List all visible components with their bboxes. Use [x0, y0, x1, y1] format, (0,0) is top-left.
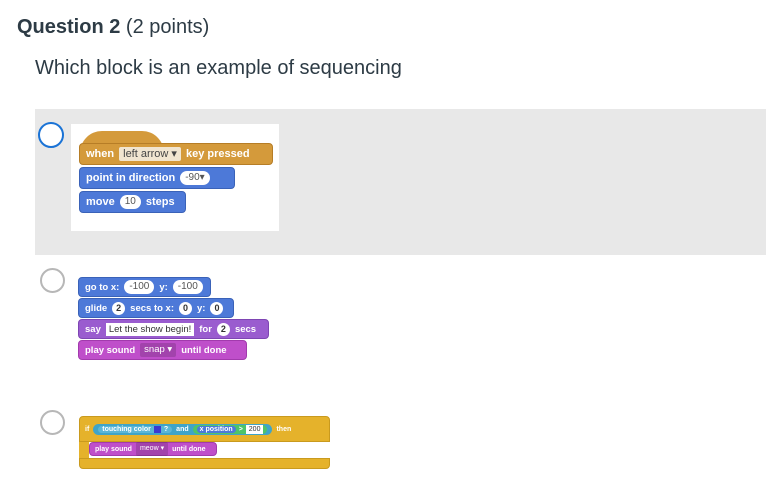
block-text: steps: [145, 196, 175, 208]
compare-value: 200: [245, 424, 264, 434]
block-text: play sound: [85, 344, 136, 356]
move-steps-block: move 10 steps: [79, 191, 186, 213]
and-condition: touching color ? and x position > 200: [93, 423, 273, 435]
if-block-arm: [79, 442, 89, 459]
block-text: when: [86, 148, 115, 160]
option-3-radio[interactable]: [40, 410, 65, 435]
secs-value: 2: [112, 301, 126, 315]
if-then-block: if touching color ? and x position > 200…: [79, 416, 330, 442]
x-position-reporter: x position: [196, 425, 236, 433]
question-title: Question 2 (2 points): [17, 16, 209, 39]
block-text: and: [176, 425, 189, 433]
if-block-bottom: [79, 458, 330, 469]
x-value: 0: [179, 301, 192, 315]
block-text: if: [85, 425, 90, 433]
block-text: move: [86, 196, 115, 208]
question-prompt: Which block is an example of sequencing: [35, 57, 402, 79]
block-text: until done: [181, 344, 227, 356]
key-dropdown: left arrow ▾: [119, 147, 181, 161]
question-label: Question 2: [17, 16, 121, 38]
greater-than-condition: x position > 200: [192, 424, 268, 434]
glide-block: glide 2 secs to x: 0 y: 0: [78, 298, 234, 318]
block-text: secs to x:: [130, 302, 174, 314]
block-text: play sound: [95, 445, 132, 453]
sound-dropdown: snap ▾: [140, 343, 177, 357]
play-sound-block: play sound meow ▾ until done: [89, 442, 217, 456]
play-sound-block: play sound snap ▾ until done: [78, 340, 247, 360]
block-text: ?: [163, 425, 169, 433]
block-text: y:: [159, 281, 168, 293]
sound-dropdown: meow ▾: [135, 442, 169, 456]
block-text: glide: [85, 302, 108, 314]
y-value: -100: [172, 280, 203, 294]
block-text: until done: [172, 445, 206, 453]
block-text: touching color: [102, 425, 151, 433]
direction-value: -90▾: [180, 171, 210, 185]
block-text: for: [199, 323, 212, 335]
block-text: y:: [197, 302, 206, 314]
option-1-radio[interactable]: [38, 122, 64, 148]
block-text: say: [85, 323, 101, 335]
secs-value: 2: [216, 322, 230, 336]
color-swatch: [153, 425, 161, 433]
question-points: (2 points): [125, 16, 210, 38]
point-in-direction-block: point in direction -90▾: [79, 167, 235, 189]
when-key-pressed-block: when left arrow ▾ key pressed: [79, 143, 273, 165]
touching-color-condition: touching color ?: [98, 425, 173, 433]
block-text: go to x:: [85, 281, 120, 293]
block-text: >: [238, 425, 243, 433]
block-text: then: [276, 425, 292, 433]
block-text: secs: [234, 323, 257, 335]
steps-value: 10: [119, 195, 141, 209]
go-to-xy-block: go to x: -100 y: -100: [78, 277, 211, 297]
y-value: 0: [210, 301, 224, 315]
say-for-secs-block: say Let the show begin! for 2 secs: [78, 319, 269, 339]
option-2-radio[interactable]: [40, 268, 65, 293]
say-text: Let the show begin!: [105, 322, 195, 336]
block-text: key pressed: [185, 148, 250, 160]
x-value: -100: [124, 280, 155, 294]
block-text: point in direction: [86, 172, 176, 184]
